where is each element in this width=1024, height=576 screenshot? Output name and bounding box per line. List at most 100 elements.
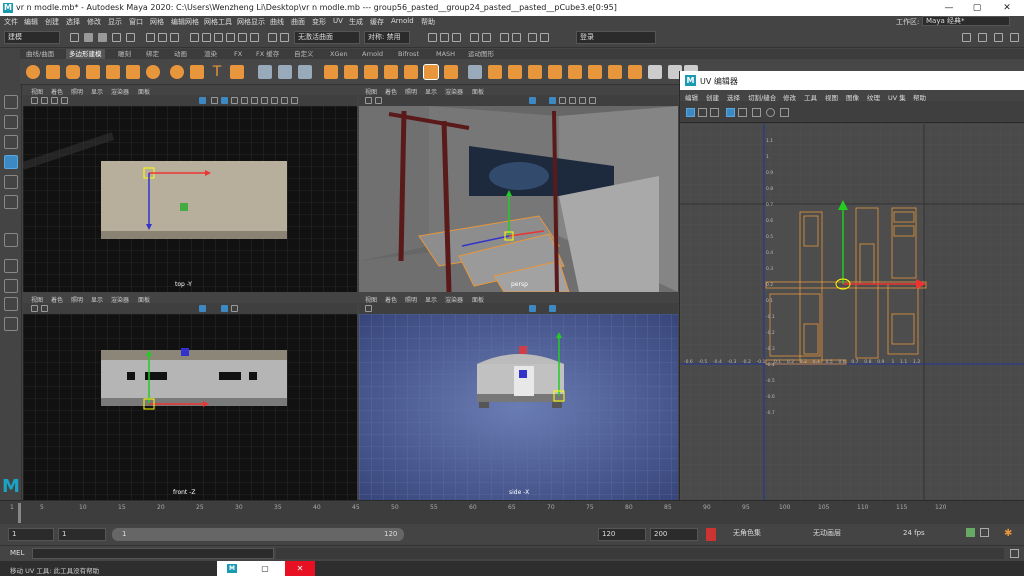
xray-icon[interactable] (291, 97, 298, 104)
redo-icon[interactable] (126, 33, 135, 42)
uv-editor-canvas[interactable]: -0.6 -0.5 -0.4 -0.3 -0.2 -0.1 0.1 0.2 0.… (680, 124, 1024, 523)
menu-create[interactable]: 创建 (45, 17, 59, 27)
four-view-layout-icon[interactable] (4, 279, 18, 293)
circularize-icon[interactable] (423, 64, 439, 80)
menu-mesh-tools[interactable]: 网格工具 (204, 17, 232, 27)
menu-curves[interactable]: 曲线 (270, 17, 284, 27)
viewport-front-canvas[interactable]: front -Z (23, 314, 357, 500)
menu-mesh[interactable]: 网格 (150, 17, 164, 27)
fill-hole-icon[interactable] (444, 65, 458, 79)
menu-surfaces[interactable]: 曲面 (291, 17, 305, 27)
menu-modify[interactable]: 修改 (87, 17, 101, 27)
lights-icon[interactable] (251, 97, 258, 104)
single-perspective-layout-icon[interactable] (4, 259, 18, 273)
shelf-tab-sculpting[interactable]: 雕刻 (118, 49, 131, 59)
start-time-field[interactable]: 1 (8, 528, 54, 541)
poly-sphere-icon[interactable] (26, 65, 40, 79)
grid-toggle-icon[interactable] (529, 97, 536, 104)
shelf-tab-custom[interactable]: 自定义 (294, 49, 314, 59)
svg-icon[interactable] (230, 65, 244, 79)
textured-icon[interactable] (569, 97, 576, 104)
menu-edit[interactable]: 编辑 (24, 17, 38, 27)
render-settings-icon[interactable] (452, 33, 461, 42)
toggle-shelf-icon[interactable] (540, 33, 549, 42)
camera-attributes-icon[interactable] (375, 97, 382, 104)
poly-plane-icon[interactable] (126, 65, 140, 79)
save-scene-icon[interactable] (98, 33, 107, 42)
anim-layer-dropdown[interactable]: 无动画层 (810, 528, 860, 541)
uv-texture-icon[interactable] (738, 108, 747, 117)
floating-maximize-button[interactable]: ▢ (255, 561, 275, 576)
snap-vertex-icon[interactable] (250, 33, 259, 42)
planar-uv-icon[interactable] (648, 65, 662, 79)
camera-icon[interactable] (31, 97, 38, 104)
camera-attributes-icon[interactable] (41, 97, 48, 104)
menu-generate[interactable]: 生成 (349, 17, 363, 27)
login-dropdown[interactable]: 登录 (576, 31, 656, 44)
lights-icon[interactable] (579, 97, 586, 104)
grid-toggle-icon[interactable] (199, 97, 206, 104)
wireframe-on-shaded-icon[interactable] (559, 97, 566, 104)
poly-text-icon[interactable]: T (210, 65, 224, 79)
grid-toggle-icon[interactable] (529, 305, 536, 312)
render-icon[interactable] (428, 33, 437, 42)
smooth-shade-icon[interactable] (221, 305, 228, 312)
smooth-shade-icon[interactable] (221, 97, 228, 104)
ambient-occlusion-icon[interactable] (271, 97, 278, 104)
render-view-icon[interactable] (482, 33, 491, 42)
mel-input[interactable] (32, 548, 274, 559)
target-weld-icon[interactable] (488, 65, 502, 79)
paint-select-tool-icon[interactable] (4, 135, 18, 149)
snap-view-plane-icon[interactable] (226, 33, 235, 42)
uv-image-icon[interactable] (780, 108, 789, 117)
end-time-field[interactable]: 200 (650, 528, 698, 541)
wireframe-on-shaded-icon[interactable] (231, 305, 238, 312)
make-hole-icon[interactable] (608, 65, 622, 79)
camera-icon[interactable] (365, 305, 372, 312)
snap-grid-icon[interactable] (190, 33, 199, 42)
shelf-tab-motion-graphics[interactable]: 运动图形 (468, 49, 494, 59)
poly-cylinder-icon[interactable] (66, 65, 80, 79)
connect-icon[interactable] (508, 65, 522, 79)
poly-cube-icon[interactable] (46, 65, 60, 79)
wireframe-icon[interactable] (211, 97, 218, 104)
select-tool-icon[interactable] (4, 95, 18, 109)
script-editor-icon[interactable] (1010, 549, 1019, 558)
smooth-shade-icon[interactable] (549, 97, 556, 104)
output-icon[interactable] (280, 33, 289, 42)
extrude-icon[interactable] (324, 65, 338, 79)
menu-file[interactable]: 文件 (4, 17, 18, 27)
maximize-button[interactable]: ▢ (962, 0, 992, 16)
select-object-icon[interactable] (158, 33, 167, 42)
bookmarks-icon[interactable] (51, 97, 58, 104)
camera-attributes-icon[interactable] (41, 305, 48, 312)
platonic-solid-icon[interactable] (170, 65, 184, 79)
last-tool-icon[interactable] (4, 233, 18, 247)
modeling-toolkit-icon[interactable] (962, 33, 971, 42)
shelf-tab-fx[interactable]: FX (234, 49, 242, 59)
poly-cone-icon[interactable] (86, 65, 100, 79)
separate-icon[interactable] (278, 65, 292, 79)
two-view-layout-icon[interactable] (4, 297, 18, 311)
undo-icon[interactable] (112, 33, 121, 42)
uv-snapshot-icon[interactable] (766, 108, 775, 117)
uv-distortion-icon[interactable] (752, 108, 761, 117)
scale-tool-icon[interactable] (4, 195, 18, 209)
shelf-tab-arnold[interactable]: Arnold (362, 49, 383, 59)
hypershade-icon[interactable] (470, 33, 479, 42)
shelf-tab-bifrost[interactable]: Bifrost (398, 49, 419, 59)
sound-icon[interactable] (980, 528, 989, 537)
snap-point-icon[interactable] (214, 33, 223, 42)
textured-icon[interactable] (241, 97, 248, 104)
character-set-dropdown[interactable]: 无角色集 (730, 528, 802, 541)
floating-close-button[interactable]: ✕ (285, 561, 315, 576)
fps-dropdown[interactable]: 24 fps (900, 528, 960, 541)
shadows-icon[interactable] (589, 97, 596, 104)
shadows-icon[interactable] (261, 97, 268, 104)
move-tool-icon[interactable] (4, 155, 18, 169)
menu-deform[interactable]: 变形 (312, 17, 326, 27)
menu-display[interactable]: 显示 (108, 17, 122, 27)
wireframe-on-shaded-icon[interactable] (231, 97, 238, 104)
menu-windows[interactable]: 窗口 (129, 17, 143, 27)
isolate-select-icon[interactable] (281, 97, 288, 104)
